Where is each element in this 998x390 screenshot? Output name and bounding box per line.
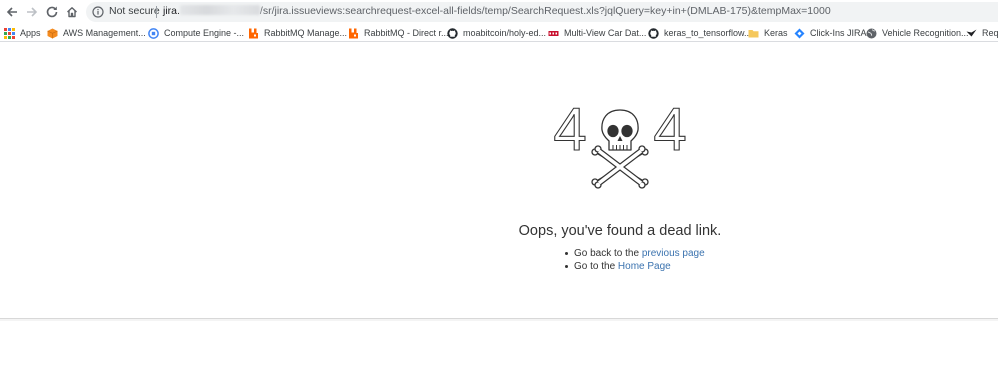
home-icon [67,7,77,18]
github-icon [447,27,458,39]
bookmark-apps[interactable]: Apps [4,26,41,40]
url-path: /sr/jira.issueviews:searchrequest-excel-… [259,5,831,17]
skull-crossbones-icon [591,109,649,189]
bookmark-folder-keras[interactable]: Keras [748,26,788,40]
bookmark-label: AWS Management... [63,28,146,38]
globe-icon [866,28,877,39]
back-arrow-icon [6,7,17,17]
rabbitmq-icon [248,28,259,39]
forward-arrow-icon [27,7,38,17]
compute-engine-icon [148,27,159,39]
bookmark-request[interactable]: Requ [966,26,998,40]
reload-button[interactable] [43,3,61,21]
list-item: Go to the Home Page [565,260,705,273]
bookmark-label: RabbitMQ Manage... [264,28,348,38]
url-text[interactable]: jira. /sr/jira.issueviews:searchrequest-e… [163,5,831,17]
bookmark-vehicle-recognition[interactable]: Vehicle Recognition... [866,26,969,40]
bookmark-holy-edge[interactable]: moabitcoin/holy-ed... [447,26,546,40]
bookmark-label: Vehicle Recognition... [882,28,969,38]
bookmark-label: Multi-View Car Dat... [564,28,647,38]
back-button[interactable] [3,3,21,21]
bookmark-label: moabitcoin/holy-ed... [463,28,547,38]
bookmark-label: Requ [982,28,998,38]
error-digit-right: 4 [653,98,686,163]
bookmark-click-ins-jira[interactable]: Click-Ins JIRA [794,26,867,40]
folder-icon [748,28,759,39]
url-host: jira. [163,5,180,17]
bookmark-multiview-car[interactable]: Multi-View Car Dat... [548,26,646,40]
bookmark-label: Compute Engine -... [164,28,245,38]
bookmark-label: RabbitMQ - Direct r... [364,28,449,38]
browser-toolbar: Not secure jira. /sr/jira.issueviews:sear… [0,0,998,24]
bookmark-label: Apps [20,28,41,38]
bookmark-compute-engine[interactable]: Compute Engine -... [148,26,244,40]
error-digit-left: 4 [553,98,586,163]
bookmark-label: keras_to_tensorflow... [664,28,752,38]
list-item: Go back to the previous page [565,247,705,260]
info-icon[interactable] [92,6,104,18]
error-headline: Oops, you've found a dead link. [518,223,722,239]
bookmark-label: Keras [764,28,788,38]
aws-cube-icon [47,28,58,39]
request-icon [966,28,977,39]
omnibox-separator [156,6,157,18]
bookmarks-bar: Apps AWS Management... Compute Engine -.… [0,24,998,42]
security-label[interactable]: Not secure [109,5,160,17]
home-page-link[interactable]: Home Page [618,261,671,272]
redacted-domain [179,5,260,15]
link-prefix: Go back to the [574,248,640,259]
bookmark-rabbitmq-direct[interactable]: RabbitMQ - Direct r... [348,26,449,40]
jira-icon [794,28,805,39]
bookmark-aws[interactable]: AWS Management... [47,26,146,40]
home-button[interactable] [63,3,81,21]
bookmark-rabbitmq-manage[interactable]: RabbitMQ Manage... [248,26,347,40]
forward-button[interactable] [23,3,41,21]
apps-grid-icon [4,27,15,39]
car-dataset-icon [548,28,559,39]
reload-icon [46,6,58,18]
bookmark-label: Click-Ins JIRA [810,28,867,38]
rabbitmq-icon [348,28,359,39]
previous-page-link[interactable]: previous page [642,248,705,259]
error-404-illustration: 4 4 [553,98,687,189]
link-prefix: Go to the [574,261,616,272]
bookmark-keras-to-tensorflow[interactable]: keras_to_tensorflow... [648,26,752,40]
address-bar[interactable]: Not secure jira. /sr/jira.issueviews:sear… [86,2,998,22]
github-icon [648,27,659,39]
recovery-links: Go back to the previous page Go to the H… [565,247,705,273]
footer-divider [0,318,998,321]
